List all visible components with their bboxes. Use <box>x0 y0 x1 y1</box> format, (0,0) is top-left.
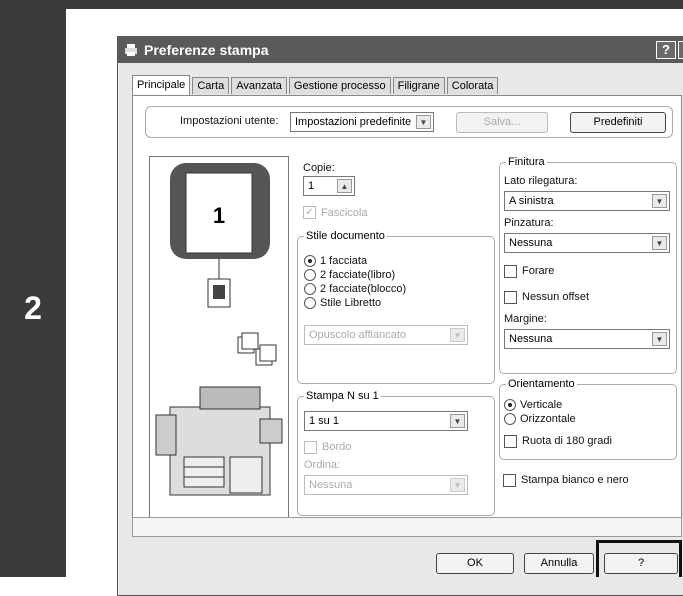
radio-2-facciate-libro[interactable] <box>304 269 316 281</box>
bw-checkbox[interactable] <box>503 474 516 487</box>
copies-stepper[interactable]: 1 ▲ <box>303 176 355 196</box>
status-bar <box>132 517 682 537</box>
tab-carta[interactable]: Carta <box>192 77 230 94</box>
radio-label-1-facciata: 1 facciata <box>320 255 368 267</box>
tab-principale[interactable]: Principale <box>132 75 191 95</box>
chevron-down-icon: ▼ <box>450 478 465 492</box>
order-label: Ordina: <box>304 459 341 471</box>
finishing-title: Finitura <box>506 156 547 168</box>
cancel-button[interactable]: Annulla <box>524 553 594 574</box>
ok-button[interactable]: OK <box>436 553 514 574</box>
radio-label-stile-libretto: Stile Libretto <box>320 297 382 309</box>
radio-1-facciata[interactable] <box>304 255 316 267</box>
radio-orizzontale[interactable] <box>504 413 516 425</box>
close-button[interactable]: X <box>678 41 683 59</box>
tab-avanzata[interactable]: Avanzata <box>231 77 287 94</box>
binding-select[interactable]: A sinistra ▼ <box>504 191 670 211</box>
tab-gestione-processo[interactable]: Gestione processo <box>288 77 391 94</box>
chevron-down-icon: ▼ <box>416 115 431 129</box>
print-preview: 1 <box>149 156 289 526</box>
radio-stile-libretto[interactable] <box>304 297 316 309</box>
save-button[interactable]: Salva... <box>456 112 548 133</box>
collate-label: Fascicola <box>321 207 368 219</box>
user-settings-row: Impostazioni utente: Impostazioni predef… <box>145 106 673 138</box>
nup-group: Stampa N su 1 1 su 1 ▼ Bordo Ordina: Ness… <box>297 390 495 516</box>
dialog-titlebar: Preferenze stampa <box>118 37 683 63</box>
spin-arrows-icon: ▲ <box>337 179 352 193</box>
radio-2-facciate-blocco[interactable] <box>304 283 316 295</box>
margin-label: Margine: <box>504 313 547 325</box>
border-label: Bordo <box>322 441 352 453</box>
staple-label: Pinzatura: <box>504 217 554 229</box>
punch-checkbox[interactable] <box>504 265 517 278</box>
user-settings-select[interactable]: Impostazioni predefinite ▼ <box>290 112 434 132</box>
rotate-label: Ruota di 180 gradi <box>522 435 612 447</box>
radio-label-2-facciate-blocco: 2 facciate(blocco) <box>320 283 407 295</box>
staple-select[interactable]: Nessuna ▼ <box>504 233 670 253</box>
dialog-title: Preferenze stampa <box>144 42 269 58</box>
border-checkbox[interactable] <box>304 441 317 454</box>
printer-illustration: 1 <box>155 163 283 496</box>
collate-checkbox[interactable]: ✓ <box>303 206 316 219</box>
punch-label: Forare <box>522 265 555 277</box>
nup-title: Stampa N su 1 <box>304 390 381 402</box>
nup-select[interactable]: 1 su 1 ▼ <box>304 411 468 431</box>
print-preferences-dialog: Preferenze stampa ? X Principale Carta A… <box>117 36 683 596</box>
document-style-group: Stile documento 1 facciata 2 facciate(li… <box>297 230 495 384</box>
defaults-button[interactable]: Predefiniti <box>570 112 666 133</box>
help-title-button[interactable]: ? <box>656 41 676 59</box>
radio-label-verticale: Verticale <box>520 399 563 411</box>
chevron-down-icon: ▼ <box>652 332 667 346</box>
radio-label-orizzontale: Orizzontale <box>520 413 576 425</box>
chevron-down-icon: ▼ <box>652 236 667 250</box>
tab-colorata[interactable]: Colorata <box>446 77 499 94</box>
finishing-group: Finitura Lato rilegatura: A sinistra ▼ Pi… <box>499 156 677 374</box>
chevron-down-icon: ▼ <box>450 328 465 342</box>
document-style-title: Stile documento <box>304 230 387 242</box>
step-number: 2 <box>24 290 42 326</box>
radio-label-2-facciate-libro: 2 facciate(libro) <box>320 269 396 281</box>
binding-label: Lato rilegatura: <box>504 175 578 187</box>
radio-verticale[interactable] <box>504 399 516 411</box>
no-offset-checkbox[interactable] <box>504 291 517 304</box>
chevron-down-icon: ▼ <box>652 194 667 208</box>
chevron-down-icon: ▼ <box>450 414 465 428</box>
order-select[interactable]: Nessuna ▼ <box>304 475 468 495</box>
orientation-group: Orientamento Verticale Orizzontale Ruota… <box>499 378 677 460</box>
printer-icon <box>124 43 138 57</box>
rotate-checkbox[interactable] <box>504 435 517 448</box>
orientation-title: Orientamento <box>506 378 577 390</box>
user-settings-label: Impostazioni utente: <box>180 115 279 127</box>
tab-filigrane[interactable]: Filigrane <box>392 77 445 94</box>
preview-page-number: 1 <box>213 203 225 228</box>
copies-label: Copie: <box>303 162 335 174</box>
step-sidebar <box>0 0 66 577</box>
top-rule <box>66 0 683 9</box>
no-offset-label: Nessun offset <box>522 291 590 303</box>
margin-select[interactable]: Nessuna ▼ <box>504 329 670 349</box>
tab-strip: Principale Carta Avanzata Gestione proce… <box>132 75 500 95</box>
help-callout-highlight <box>596 540 682 577</box>
booklet-select[interactable]: Opuscolo affiancato ▼ <box>304 325 468 345</box>
main-tab-panel: Impostazioni utente: Impostazioni predef… <box>132 95 682 535</box>
bw-label: Stampa bianco e nero <box>521 474 629 486</box>
